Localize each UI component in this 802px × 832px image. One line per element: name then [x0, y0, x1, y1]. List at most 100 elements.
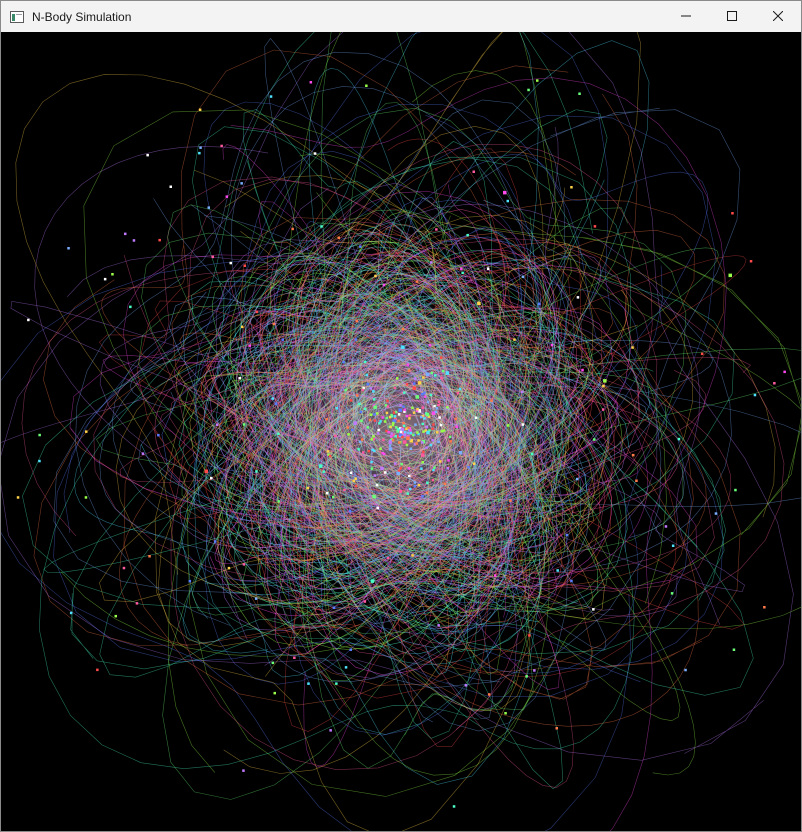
body-particle	[254, 597, 258, 600]
body-particle	[397, 413, 401, 416]
body-particle	[521, 275, 525, 278]
body-particle	[240, 182, 243, 185]
body-particle	[343, 488, 346, 492]
body-particle	[271, 397, 274, 400]
body-particle	[360, 419, 363, 423]
body-particle	[556, 569, 559, 572]
body-particle	[413, 382, 416, 385]
body-particle	[374, 274, 377, 278]
body-particle	[363, 407, 367, 410]
body-particle	[207, 206, 210, 209]
body-particle	[111, 273, 114, 276]
body-particle	[69, 611, 73, 615]
simulation-canvas[interactable]	[1, 32, 801, 831]
body-particle	[538, 302, 541, 306]
body-particle	[714, 512, 718, 515]
body-particle	[390, 435, 393, 438]
body-particle	[372, 435, 375, 438]
body-particle	[405, 443, 409, 447]
body-particle	[243, 264, 246, 267]
body-particle	[215, 423, 219, 426]
body-particle	[386, 405, 390, 408]
body-particle	[388, 447, 393, 451]
body-particle	[440, 376, 443, 380]
body-particle	[426, 430, 430, 435]
body-particle	[677, 437, 681, 441]
body-particle	[271, 661, 275, 665]
body-particle	[421, 406, 424, 409]
body-particle	[467, 466, 470, 469]
body-particle	[437, 403, 440, 407]
body-particle	[406, 363, 410, 366]
body-particle	[550, 343, 554, 347]
body-particle	[513, 338, 516, 341]
body-particle	[632, 453, 635, 457]
body-particle	[421, 422, 424, 426]
body-particle	[423, 391, 426, 395]
body-particle	[412, 433, 415, 437]
body-particle	[350, 471, 353, 474]
body-particle	[422, 430, 425, 433]
body-particle	[386, 399, 389, 403]
body-particle	[555, 727, 558, 730]
body-particle	[373, 405, 377, 409]
maximize-button[interactable]	[709, 1, 755, 32]
body-particle	[408, 474, 411, 478]
body-particle	[399, 466, 402, 470]
body-particle	[396, 427, 400, 431]
body-particle	[337, 236, 340, 240]
body-particle	[773, 382, 776, 385]
body-particle	[325, 417, 329, 421]
title-bar[interactable]: N-Body Simulation	[1, 1, 801, 32]
body-particle	[385, 411, 389, 415]
close-button[interactable]	[755, 1, 801, 32]
body-particle	[734, 488, 737, 492]
body-particle	[521, 423, 524, 426]
body-particle	[274, 402, 278, 405]
body-particle	[373, 474, 377, 477]
body-particle	[411, 406, 414, 410]
body-particle	[406, 431, 410, 435]
body-particle	[368, 418, 372, 422]
body-particle	[281, 338, 284, 341]
body-particle	[732, 648, 736, 651]
body-particle	[204, 469, 208, 473]
body-particle	[394, 435, 397, 438]
body-particle	[373, 419, 377, 422]
body-particle	[420, 415, 423, 419]
body-particle	[731, 212, 734, 215]
body-particle	[396, 471, 400, 476]
body-particle	[402, 421, 405, 425]
body-particle	[408, 417, 411, 420]
minimize-button[interactable]	[663, 1, 709, 32]
body-particle	[370, 467, 374, 470]
body-particle	[403, 408, 406, 412]
body-particle	[335, 407, 338, 410]
body-particle	[242, 769, 245, 772]
body-particle	[449, 440, 452, 443]
body-particle	[388, 444, 392, 447]
body-particle	[369, 413, 373, 416]
body-particle	[433, 404, 436, 408]
body-particle	[445, 371, 449, 375]
body-particle	[439, 356, 443, 359]
body-particle	[448, 435, 452, 439]
body-particle	[369, 387, 373, 390]
body-particle	[397, 419, 400, 423]
body-particle	[439, 423, 443, 427]
body-particle	[379, 420, 382, 423]
body-particle	[578, 92, 581, 95]
body-particle	[16, 496, 20, 499]
body-particle	[349, 648, 352, 651]
body-particle	[393, 415, 397, 418]
minimize-icon	[681, 8, 691, 26]
body-particle	[477, 301, 481, 306]
body-particle	[397, 469, 401, 472]
body-particle	[415, 442, 418, 445]
body-particle	[372, 398, 376, 401]
body-particle	[486, 267, 490, 270]
body-particle	[382, 438, 385, 441]
body-particle	[408, 414, 412, 417]
body-particle	[370, 438, 373, 441]
body-particle	[356, 394, 359, 397]
